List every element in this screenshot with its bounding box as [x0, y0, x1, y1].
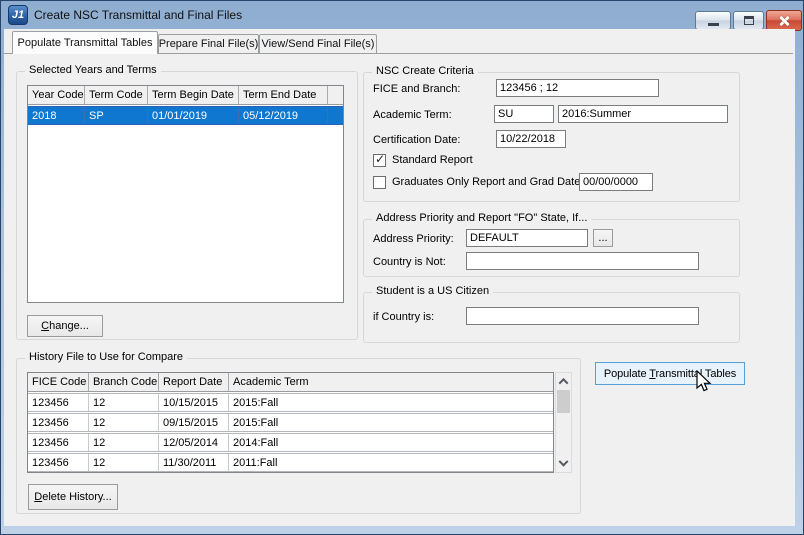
- tab-populate-transmittal-tables[interactable]: Populate Transmittal Tables: [12, 31, 158, 54]
- cell-report-date: 11/30/2011: [159, 454, 229, 471]
- us-citizen-groupbox: Student is a US Citizen if Country is:: [363, 292, 740, 343]
- cell-fice-code: 123456: [28, 414, 89, 431]
- scroll-down-icon: [559, 456, 569, 466]
- if-country-is-field[interactable]: [466, 307, 699, 325]
- nsc-criteria-group-label: NSC Create Criteria: [372, 65, 478, 77]
- scrollbar-thumb[interactable]: [557, 390, 570, 413]
- academic-term-label: Academic Term:: [373, 109, 452, 121]
- column-header-fice-code[interactable]: FICE Code: [28, 373, 89, 391]
- country-is-not-field[interactable]: [466, 252, 699, 270]
- address-priority-label: Address Priority:: [373, 233, 454, 245]
- us-citizen-group-label: Student is a US Citizen: [372, 285, 493, 297]
- cell-branch-code: 12: [89, 454, 159, 471]
- window-title: Create NSC Transmittal and Final Files: [34, 8, 242, 22]
- history-vertical-scrollbar[interactable]: [555, 372, 572, 473]
- history-table: FICE Code Branch Code Report Date Academ…: [27, 372, 554, 473]
- column-header-academic-term[interactable]: Academic Term: [229, 373, 553, 391]
- populate-transmittal-tables-button[interactable]: Populate Transmittal Tables: [595, 362, 745, 385]
- address-priority-field[interactable]: [466, 229, 588, 247]
- scroll-up-icon: [559, 377, 569, 387]
- cell-branch-code: 12: [89, 414, 159, 431]
- cell-filler: [328, 107, 343, 124]
- cell-report-date: 12/05/2014: [159, 434, 229, 451]
- column-header-term-begin-date[interactable]: Term Begin Date: [148, 86, 239, 104]
- column-header-term-end-date[interactable]: Term End Date: [239, 86, 328, 104]
- table-row[interactable]: 123456 12 10/15/2015 2015:Fall: [28, 393, 553, 412]
- maximize-icon: [744, 16, 754, 25]
- selected-years-group-label: Selected Years and Terms: [25, 64, 161, 76]
- academic-term-desc-field[interactable]: [558, 105, 728, 123]
- tab-prepare-final-files[interactable]: Prepare Final File(s): [158, 34, 259, 53]
- graduates-only-checkbox[interactable]: [373, 176, 386, 189]
- address-priority-groupbox: Address Priority and Report "FO" State, …: [363, 219, 740, 277]
- maximize-button[interactable]: [733, 11, 764, 30]
- column-header-term-code[interactable]: Term Code: [85, 86, 148, 104]
- cell-year-code: 2018: [28, 107, 85, 124]
- cell-term-begin-date: 01/01/2019: [148, 107, 239, 124]
- country-is-not-label: Country is Not:: [373, 256, 446, 268]
- cell-term-code: SP: [85, 107, 148, 124]
- column-header-report-date[interactable]: Report Date: [159, 373, 229, 391]
- certification-date-field[interactable]: [496, 130, 566, 148]
- table-row[interactable]: 123456 12 11/30/2011 2011:Fall: [28, 453, 553, 472]
- cell-term-end-date: 05/12/2019: [239, 107, 328, 124]
- dialog-client-area: Populate Transmittal Tables Prepare Fina…: [4, 29, 795, 526]
- app-icon[interactable]: J1: [8, 5, 28, 25]
- selected-years-header-row: Year Code Term Code Term Begin Date Term…: [28, 86, 343, 105]
- history-groupbox: History File to Use for Compare FICE Cod…: [16, 358, 581, 514]
- minimize-button[interactable]: [695, 11, 731, 30]
- window-titlebar[interactable]: J1 Create NSC Transmittal and Final File…: [1, 1, 803, 29]
- scroll-down-button[interactable]: [556, 456, 571, 472]
- cell-fice-code: 123456: [28, 434, 89, 451]
- cell-report-date: 09/15/2015: [159, 414, 229, 431]
- cell-academic-term: 2015:Fall: [229, 414, 553, 431]
- cell-branch-code: 12: [89, 434, 159, 451]
- address-priority-browse-button[interactable]: ...: [593, 229, 613, 247]
- table-row[interactable]: 123456 12 09/15/2015 2015:Fall: [28, 413, 553, 432]
- academic-term-code-field[interactable]: [494, 105, 554, 123]
- cell-academic-term: 2015:Fall: [229, 394, 553, 411]
- fice-branch-field[interactable]: [496, 79, 659, 97]
- cell-fice-code: 123456: [28, 454, 89, 471]
- scroll-up-button[interactable]: [556, 373, 571, 389]
- standard-report-checkbox[interactable]: ✓: [373, 154, 386, 167]
- graduates-only-label: Graduates Only Report and Grad Date:: [392, 176, 583, 188]
- standard-report-label: Standard Report: [392, 154, 473, 166]
- column-header-filler: [328, 86, 343, 104]
- table-row[interactable]: 2018 SP 01/01/2019 05/12/2019: [28, 106, 343, 125]
- history-header-row: FICE Code Branch Code Report Date Academ…: [28, 373, 553, 392]
- close-icon: [778, 15, 790, 27]
- column-header-branch-code[interactable]: Branch Code: [89, 373, 159, 391]
- minimize-icon: [708, 23, 719, 26]
- check-icon: ✓: [375, 152, 385, 166]
- fice-branch-label: FICE and Branch:: [373, 83, 460, 95]
- mouse-cursor: [695, 370, 715, 394]
- history-group-label: History File to Use for Compare: [25, 351, 187, 363]
- delete-history-button[interactable]: Delete History...: [28, 484, 118, 510]
- app-window: J1 Create NSC Transmittal and Final File…: [0, 0, 804, 535]
- cell-fice-code: 123456: [28, 394, 89, 411]
- close-button[interactable]: [766, 10, 802, 31]
- cell-branch-code: 12: [89, 394, 159, 411]
- if-country-is-label: if Country is:: [373, 311, 434, 323]
- certification-date-label: Certification Date:: [373, 134, 460, 146]
- cell-academic-term: 2014:Fall: [229, 434, 553, 451]
- nsc-criteria-groupbox: NSC Create Criteria FICE and Branch: Aca…: [363, 72, 740, 202]
- grad-date-field[interactable]: [579, 173, 653, 191]
- column-header-year-code[interactable]: Year Code: [28, 86, 85, 104]
- cell-report-date: 10/15/2015: [159, 394, 229, 411]
- tab-view-send-final-files[interactable]: View/Send Final File(s): [259, 34, 377, 53]
- address-priority-group-label: Address Priority and Report "FO" State, …: [372, 212, 591, 224]
- selected-years-table: Year Code Term Code Term Begin Date Term…: [27, 85, 344, 303]
- change-button[interactable]: Change...: [27, 315, 103, 337]
- table-row[interactable]: 123456 12 12/05/2014 2014:Fall: [28, 433, 553, 452]
- cell-academic-term: 2011:Fall: [229, 454, 553, 471]
